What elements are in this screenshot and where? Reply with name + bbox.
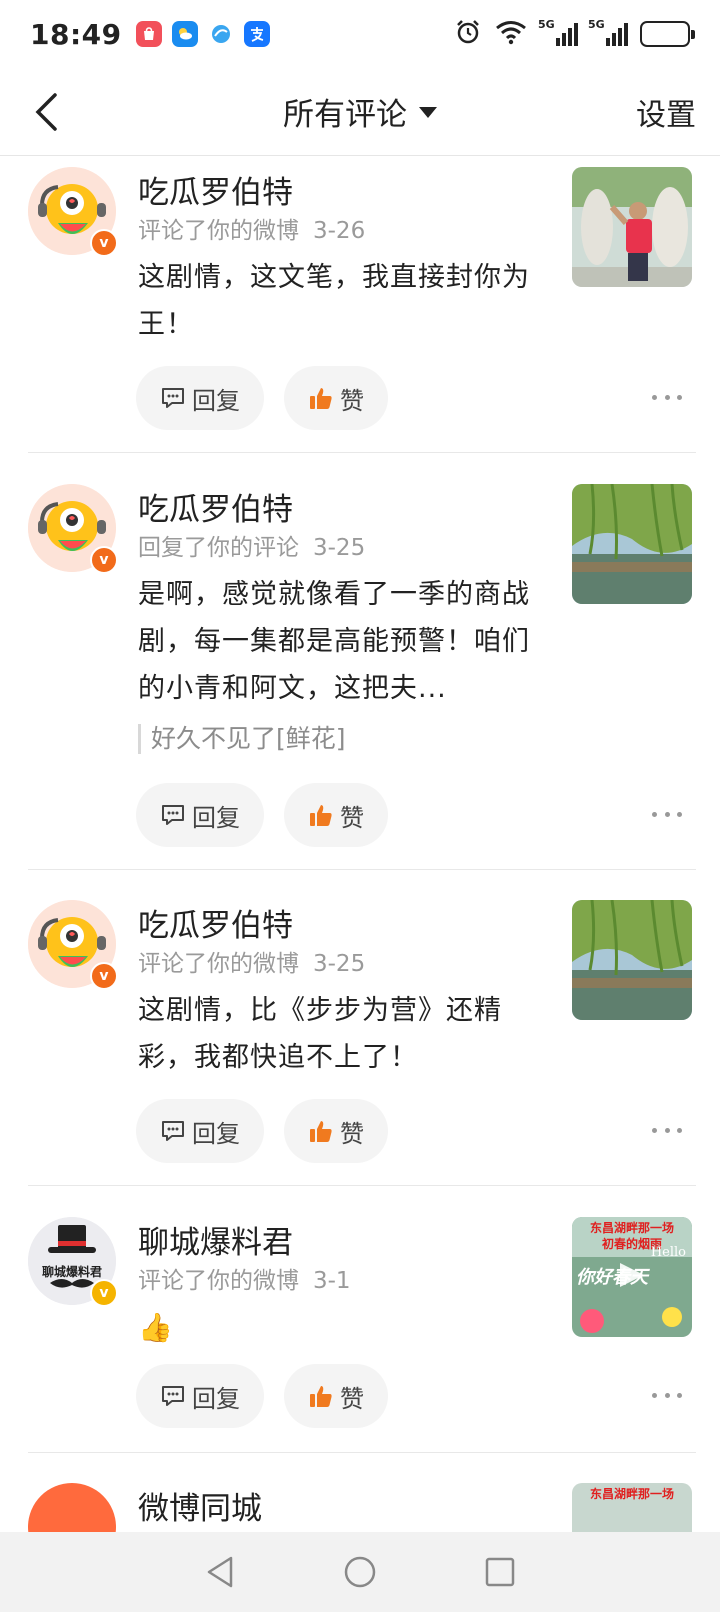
divider [28,869,696,870]
circle-home-icon [344,1556,376,1588]
avatar[interactable] [28,1483,116,1532]
cellular-signal-2-icon: 5G [588,18,628,46]
comment-bubble-icon [162,388,184,408]
like-button[interactable]: 赞 [284,1099,388,1163]
comment-author[interactable]: 吃瓜罗伯特 [138,167,293,212]
square-recents-icon [485,1557,515,1587]
avatar-caption: 聊城爆料君 [41,1265,102,1279]
chevron-left-icon [35,93,57,131]
page-title: 所有评论 [283,97,407,133]
thumbs-up-icon [310,388,332,409]
thumbs-up-icon [310,1386,332,1407]
comment-author[interactable]: 微博同城 [138,1483,262,1528]
comment-bubble-icon [162,1386,184,1406]
post-thumbnail[interactable] [572,484,692,604]
more-options-button[interactable] [652,804,682,824]
comment-meta: 评论了你的微博 3-1 [138,1268,351,1294]
shopping-bag-icon [135,21,162,47]
avatar[interactable]: 聊城爆料君 v [28,1217,118,1307]
reply-button[interactable]: 回复 [136,783,264,847]
post-thumbnail[interactable] [572,167,692,287]
settings-button[interactable]: 设置 [636,90,696,134]
wifi-icon [494,19,528,49]
battery-icon [640,21,695,47]
post-thumbnail[interactable] [572,900,692,1020]
more-options-button[interactable] [652,387,682,407]
comment-meta: 回复了你的评论 3-25 [138,535,366,561]
more-options-button[interactable] [652,1385,682,1405]
comment-item: 微博同城 东昌湖畔那一场 [0,1473,720,1532]
avatar[interactable]: v [28,900,118,990]
nav-back-button[interactable] [200,1552,240,1592]
divider [28,1452,696,1453]
system-status: 5G 5G [454,18,695,50]
top-navigation-bar: 所有评论 设置 [0,68,720,156]
thumbs-up-icon [310,1121,332,1142]
more-options-button[interactable] [652,1120,682,1140]
status-bar: 18:49 5G 5G [0,0,720,68]
post-thumbnail[interactable]: 东昌湖畔那一场 [572,1483,692,1532]
comment-author[interactable]: 吃瓜罗伯特 [138,484,293,529]
reply-button[interactable]: 回复 [136,366,264,430]
notification-icons [135,21,270,47]
weather-icon [171,21,198,47]
comment-meta: 评论了你的微博 3-25 [138,951,366,977]
avatar[interactable]: v [28,167,118,257]
comment-author[interactable]: 吃瓜罗伯特 [138,900,293,945]
verified-badge-icon: v [90,962,118,990]
nav-recents-button[interactable] [480,1552,520,1592]
back-button[interactable] [26,88,66,136]
willow-lake-photo-image [572,900,692,1020]
like-button[interactable]: 赞 [284,366,388,430]
thumbnail-caption-4: Hello [650,1245,686,1260]
thumbnail-caption-1: 东昌湖畔那一场 [589,1487,674,1501]
comment-emoji[interactable]: 👍 [138,1304,538,1351]
thumbnail-caption-3: 你好春天 [576,1267,648,1288]
comment-meta: 评论了你的微博 3-26 [138,218,366,244]
divider [28,452,696,453]
cellular-signal-1-icon: 5G [538,18,578,46]
clock: 18:49 [30,17,122,51]
willow-lake-photo-image [572,484,692,604]
reply-button[interactable]: 回复 [136,1099,264,1163]
triangle-back-icon [207,1556,233,1588]
alipay-icon [243,21,270,47]
like-button[interactable]: 赞 [284,783,388,847]
avatar[interactable]: v [28,484,118,574]
caret-down-icon [419,107,437,118]
like-button[interactable]: 赞 [284,1364,388,1428]
comment-filter-dropdown[interactable]: 所有评论 [283,89,437,134]
divider [28,1185,696,1186]
verified-badge-icon: v [90,546,118,574]
system-navigation-bar [0,1532,720,1612]
statue-photo-image [572,167,692,287]
browser-icon [207,21,234,47]
comment-bubble-icon [162,1121,184,1141]
verified-badge-icon: v [90,1279,118,1307]
comment-author[interactable]: 聊城爆料君 [138,1217,293,1262]
comment-text[interactable]: 这剧情，比《步步为营》还精彩，我都快追不上了！ [138,987,538,1081]
comment-text[interactable]: 是啊，感觉就像看了一季的商战剧，每一集都是高能预警！咱们的小青和阿文，这把夫..… [138,571,538,712]
alarm-icon [454,18,482,50]
post-thumbnail[interactable]: 东昌湖畔那一场 初春的烟雨 你好春天 Hello [572,1217,692,1337]
nav-home-button[interactable] [340,1552,380,1592]
comment-text[interactable]: 这剧情，这文笔，我直接封你为王！ [138,254,538,348]
thumbnail-caption-1: 东昌湖畔那一场 [589,1221,674,1235]
verified-badge-icon: v [90,229,118,257]
comment-bubble-icon [162,805,184,825]
reply-button[interactable]: 回复 [136,1364,264,1428]
quoted-comment[interactable]: 好久不见了[鲜花] [138,724,346,754]
thumbs-up-icon [310,805,332,826]
